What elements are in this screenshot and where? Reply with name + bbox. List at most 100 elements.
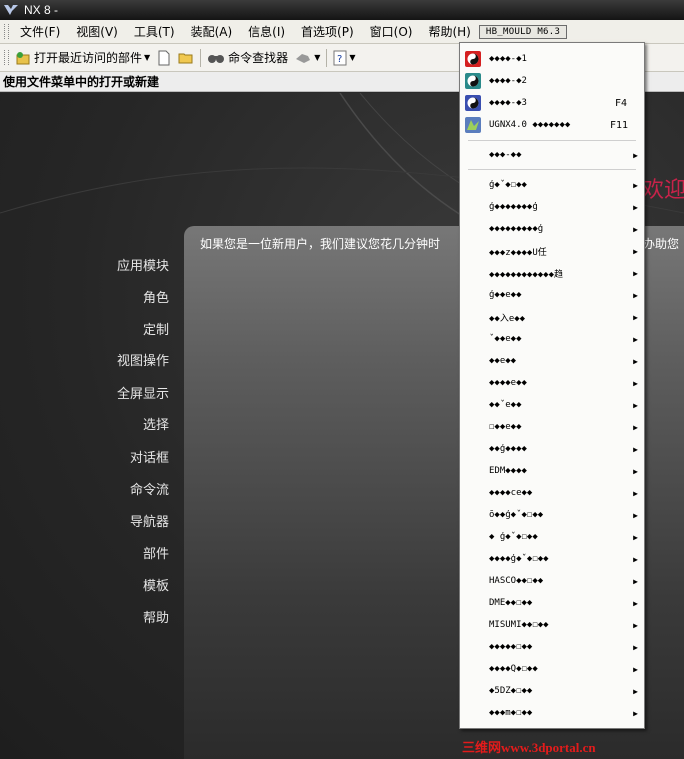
dropdown-submenu-item[interactable]: ◆◆◆◆◆◆◆◆◆◆◆◆趋 ▶: [460, 262, 644, 284]
submenu-arrow-icon: ▶: [633, 356, 638, 366]
dropdown-submenu-item[interactable]: ◆◆◆◆◆◆◆◆◆ģ ▶: [460, 218, 644, 240]
dropdown-separator: [468, 140, 636, 141]
nav-command-flow[interactable]: 命令流: [0, 479, 169, 498]
nav-help[interactable]: 帮助: [0, 607, 169, 626]
toolbar-grip[interactable]: [4, 50, 9, 65]
open-recent-button[interactable]: 打开最近访问的部件 ▼: [12, 47, 153, 69]
dropdown-submenu-item[interactable]: ō◆◆ģ◆ˇ◆☐◆◆ ▶: [460, 504, 644, 526]
menu-view[interactable]: 视图(V): [68, 21, 126, 42]
submenu-arrow-icon: ▶: [633, 180, 638, 190]
menubar-grip[interactable]: [4, 24, 9, 39]
dropdown-submenu-item[interactable]: ◆◆◆◆ģ◆ˇ◆☐◆◆ ▶: [460, 548, 644, 570]
nav-templates[interactable]: 模板: [0, 575, 169, 594]
dropdown-item-label: ◆◆◆◆-◆1: [489, 54, 527, 64]
dropdown-item-ugnx[interactable]: UGNX4.0 ◆◆◆◆◆◆◆ F11: [460, 114, 644, 136]
dropdown-item-shortcut: F11: [610, 119, 629, 131]
nav-dialogs[interactable]: 对话框: [0, 447, 169, 466]
nav-navigator[interactable]: 导航器: [0, 511, 169, 530]
dropdown-separator: [468, 169, 636, 170]
submenu-arrow-icon: ▶: [633, 488, 638, 498]
dropdown-item-label: UGNX4.0 ◆◆◆◆◆◆◆: [489, 120, 571, 130]
menu-file[interactable]: 文件(F): [12, 21, 68, 42]
nav-roles[interactable]: 角色: [0, 287, 169, 306]
dropdown-submenu-item[interactable]: ◆◆◆z◆◆◆◆U任 ▶: [460, 240, 644, 262]
submenu-arrow-icon: ▶: [633, 510, 638, 520]
help-button[interactable]: ? ▼: [330, 47, 358, 69]
submenu-arrow-icon: ▶: [633, 708, 638, 718]
menu-window[interactable]: 窗口(O): [362, 21, 421, 42]
dropdown-submenu-item[interactable]: ◆◆◆◆Q◆☐◆◆ ▶: [460, 658, 644, 680]
dropdown-item-label: ◆◆◆◆◆◆◆◆◆◆◆◆趋: [489, 269, 564, 280]
dropdown-submenu-item[interactable]: ģ◆ˇ◆☐◆◆ ▶: [460, 174, 644, 196]
nav-customize[interactable]: 定制: [0, 319, 169, 338]
dropdown-item-label: HASCO◆◆☐◆◆: [489, 576, 544, 586]
dropdown-item-shortcut: F4: [615, 97, 628, 109]
dropdown-item-label: ◆◆◆◆◆◆◆◆◆ģ: [489, 224, 544, 234]
command-finder-button[interactable]: 命令查找器: [204, 47, 291, 69]
dropdown-submenu-item[interactable]: ģ◆◆◆◆◆◆◆ģ ▶: [460, 196, 644, 218]
nav-application-modules[interactable]: 应用模块: [0, 255, 169, 274]
nav-full-screen[interactable]: 全屏显示: [0, 383, 169, 402]
dropdown-submenu-item[interactable]: DME◆◆☐◆◆ ▶: [460, 592, 644, 614]
dropdown-item-label: ō◆◆ģ◆ˇ◆☐◆◆: [489, 510, 544, 520]
dropdown-submenu-item[interactable]: EDM◆◆◆◆ ▶: [460, 460, 644, 482]
submenu-arrow-icon: ▶: [633, 620, 638, 630]
menu-help[interactable]: 帮助(H): [420, 21, 478, 42]
nav-parts[interactable]: 部件: [0, 543, 169, 562]
yin-yang-red-icon: [465, 51, 481, 67]
dropdown-item-label: ◆◆◆◆ģ◆ˇ◆☐◆◆: [489, 554, 549, 564]
dropdown-submenu-item[interactable]: ◆◆◆-◆◆ ▶: [460, 144, 644, 166]
menu-assembly[interactable]: 装配(A): [183, 21, 241, 42]
yin-yang-blue-icon: [465, 95, 481, 111]
menu-bar: 文件(F) 视图(V) 工具(T) 装配(A) 信息(I) 首选项(P) 窗口(…: [0, 20, 684, 44]
help-icon: ?: [333, 50, 347, 65]
dropdown-submenu-item[interactable]: ◆◆ˇe◆◆ ▶: [460, 394, 644, 416]
dropdown-item-label: ģ◆ˇ◆☐◆◆: [489, 180, 527, 190]
dropdown-submenu-item[interactable]: ◆◆入e◆◆ ▶: [460, 306, 644, 328]
dropdown-item-label: ◆◆◆◆Q◆☐◆◆: [489, 664, 538, 674]
nav-selection[interactable]: 选择: [0, 414, 169, 433]
dropdown-submenu-item[interactable]: ☐◆◆e◆◆ ▶: [460, 416, 644, 438]
submenu-arrow-icon: ▶: [633, 268, 638, 278]
dropdown-submenu-item[interactable]: ◆ ģ◆ˇ◆☐◆◆ ▶: [460, 526, 644, 548]
new-file-button[interactable]: [153, 47, 175, 69]
dropdown-item-label: EDM◆◆◆◆: [489, 466, 527, 476]
dropdown-submenu-item[interactable]: ◆◆◆◆e◆◆ ▶: [460, 372, 644, 394]
dropdown-submenu-item[interactable]: MISUMI◆◆☐◆◆ ▶: [460, 614, 644, 636]
menu-hb-mould[interactable]: HB_MOULD M6.3: [478, 24, 568, 39]
dropdown-item-1[interactable]: ◆◆◆◆-◆1: [460, 48, 644, 70]
intro-text-main: 如果您是一位新用户，我们建议您花几分钟时: [200, 237, 441, 251]
dropdown-submenu-item[interactable]: ◆◆e◆◆ ▶: [460, 350, 644, 372]
touch-mode-button[interactable]: ▼: [291, 47, 323, 69]
dropdown-item-label: MISUMI◆◆☐◆◆: [489, 620, 549, 630]
dropdown-submenu-item[interactable]: ˇ◆◆e◆◆ ▶: [460, 328, 644, 350]
nx-logo-icon: [4, 5, 18, 15]
nav-view-operations[interactable]: 视图操作: [0, 350, 169, 369]
dropdown-item-label: ◆◆入e◆◆: [489, 313, 526, 324]
dropdown-submenu-item[interactable]: ◆◆◆◆ce◆◆ ▶: [460, 482, 644, 504]
dropdown-item-label: DME◆◆☐◆◆: [489, 598, 533, 608]
dropdown-submenu-item[interactable]: ◆◆ģ◆◆◆◆ ▶: [460, 438, 644, 460]
submenu-arrow-icon: ▶: [633, 532, 638, 542]
dropdown-item-label: ◆◆◆◆ce◆◆: [489, 488, 533, 498]
menu-tools[interactable]: 工具(T): [126, 21, 183, 42]
menu-information[interactable]: 信息(I): [240, 21, 293, 42]
menu-preferences[interactable]: 首选项(P): [293, 21, 362, 42]
dropdown-submenu-item[interactable]: ◆5DZ◆☐◆◆ ▶: [460, 680, 644, 702]
dropdown-item-label: ◆◆e◆◆: [489, 356, 517, 366]
dropdown-submenu-item[interactable]: ◆◆◆◆◆☐◆◆ ▶: [460, 636, 644, 658]
open-folder-button[interactable]: [175, 47, 197, 69]
dropdown-submenu-item[interactable]: HASCO◆◆☐◆◆ ▶: [460, 570, 644, 592]
dropdown-item-2[interactable]: ◆◆◆◆-◆2: [460, 70, 644, 92]
dropdown-submenu-item[interactable]: ģ◆◆e◆◆ ▶: [460, 284, 644, 306]
toolbar-separator: [326, 48, 328, 67]
submenu-arrow-icon: ▶: [633, 378, 638, 388]
dropdown-submenu-item[interactable]: ◆◆◆m◆☐◆◆ ▶: [460, 702, 644, 724]
submenu-arrow-icon: ▶: [633, 400, 638, 410]
chevron-down-icon: ▼: [314, 53, 321, 62]
dropdown-item-label: ģ◆◆e◆◆: [489, 290, 522, 300]
dropdown-item-label: ◆ ģ◆ˇ◆☐◆◆: [489, 532, 538, 542]
dropdown-item-3[interactable]: ◆◆◆◆-◆3 F4: [460, 92, 644, 114]
dropdown-item-label: ģ◆◆◆◆◆◆◆ģ: [489, 202, 538, 212]
submenu-arrow-icon: ▶: [633, 444, 638, 454]
